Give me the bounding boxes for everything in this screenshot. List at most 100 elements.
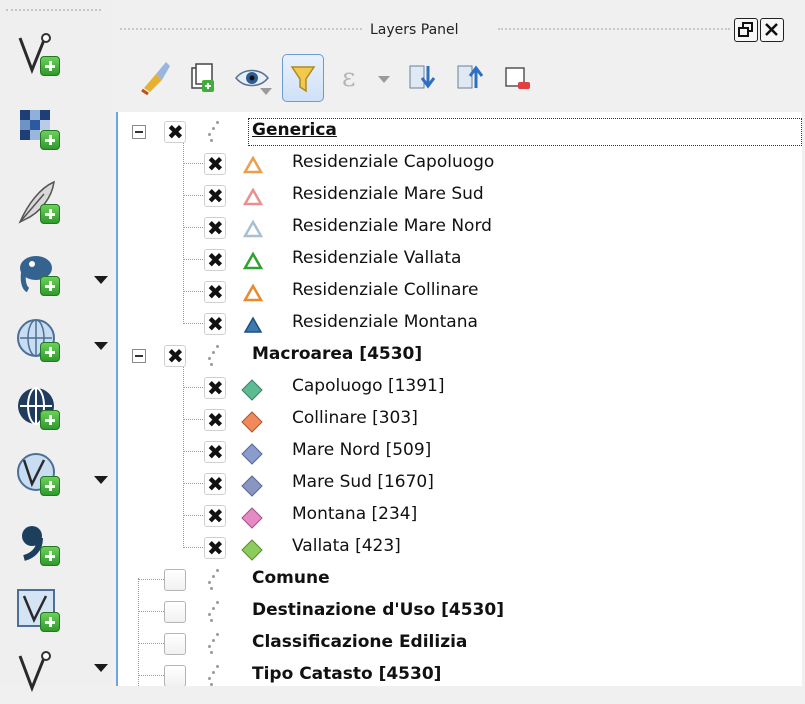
filter-expression-button[interactable]: ε [334, 54, 394, 102]
title-grip-left [120, 28, 362, 30]
legend-item-row[interactable]: Residenziale Vallata [118, 244, 802, 276]
group-visibility-checkbox[interactable] [164, 601, 186, 623]
diamond-symbol-icon [241, 507, 263, 529]
add-vector-layer-button[interactable] [14, 30, 78, 86]
group-visibility-checkbox[interactable] [164, 569, 186, 591]
diamond-symbol-icon [241, 539, 263, 561]
restore-icon [738, 22, 753, 37]
add-virtual-layer-2-button[interactable] [14, 586, 78, 642]
layer-group-row[interactable]: Comune [118, 564, 802, 596]
group-visibility-checkbox[interactable] [164, 633, 186, 655]
panel-title: Layers Panel [370, 22, 459, 38]
layer-group-row[interactable]: Generica [118, 116, 802, 148]
plus-icon [40, 204, 60, 224]
legend-item-checkbox[interactable] [204, 216, 226, 240]
float-button[interactable] [734, 18, 758, 42]
legend-item-checkbox[interactable] [204, 408, 226, 432]
layer-group-row[interactable]: Tipo Catasto [4530] [118, 660, 802, 686]
panel-title-bar[interactable]: Layers Panel [114, 14, 805, 46]
legend-item-checkbox[interactable] [204, 472, 226, 496]
group-label: Tipo Catasto [4530] [252, 664, 442, 684]
add-wms-layer-button[interactable] [14, 316, 108, 372]
group-visibility-checkbox[interactable] [164, 665, 186, 686]
legend-item-checkbox[interactable] [204, 504, 226, 528]
legend-item-row[interactable]: Collinare [303] [118, 404, 802, 436]
legend-item-checkbox[interactable] [204, 440, 226, 464]
legend-item-label: Residenziale Montana [292, 312, 478, 332]
legend-item-row[interactable]: Residenziale Capoluogo [118, 148, 802, 180]
toolbar-grip[interactable] [6, 9, 101, 13]
visibility-dropdown-arrow-icon[interactable] [260, 88, 272, 95]
legend-item-label: Mare Nord [509] [292, 440, 432, 460]
collapse-all-button[interactable] [450, 54, 492, 102]
group-visibility-checkbox[interactable] [164, 120, 186, 144]
group-label: Macroarea [4530] [252, 344, 423, 364]
filter-legend-button[interactable] [282, 54, 324, 102]
add-delimited-text-layer-button[interactable] [14, 178, 78, 234]
legend-item-label: Residenziale Mare Sud [292, 184, 484, 204]
add-vector-layer-2-button[interactable] [14, 648, 108, 704]
legend-item-label: Montana [234] [292, 504, 418, 524]
add-raster-layer-button[interactable] [14, 104, 78, 160]
plus-icon [40, 342, 60, 362]
legend-item-row[interactable]: Residenziale Mare Nord [118, 212, 802, 244]
legend-item-row[interactable]: Mare Sud [1670] [118, 468, 802, 500]
legend-item-row[interactable]: Residenziale Collinare [118, 276, 802, 308]
legend-item-row[interactable]: Mare Nord [509] [118, 436, 802, 468]
legend-item-label: Collinare [303] [292, 408, 418, 428]
group-folder-icon [204, 631, 220, 657]
triangle-symbol-icon [242, 283, 264, 302]
legend-item-label: Vallata [423] [292, 536, 401, 556]
expand-all-icon [409, 65, 436, 89]
layer-group-row[interactable]: Destinazione d'Uso [4530] [118, 596, 802, 628]
add-virtual-layer-button[interactable] [14, 520, 78, 576]
style-brush-button[interactable] [136, 54, 178, 102]
group-label: Destinazione d'Uso [4530] [252, 600, 504, 620]
expand-all-button[interactable] [402, 54, 444, 102]
triangle-symbol-icon [242, 155, 264, 174]
dropdown-arrow-icon[interactable] [94, 476, 108, 484]
tree-connector [138, 578, 139, 686]
vector-layer-icon [18, 651, 51, 693]
panel-toolbar: ε [114, 46, 805, 112]
legend-item-checkbox[interactable] [204, 184, 226, 208]
collapse-toggle-icon[interactable] [132, 125, 146, 139]
layer-tree[interactable]: Generica Residenziale Capoluogo Residenz… [116, 112, 802, 686]
close-button[interactable] [760, 18, 784, 42]
layer-group-row[interactable]: Classificazione Edilizia [118, 628, 802, 660]
add-wfs-layer-button[interactable] [14, 450, 108, 506]
group-label: Comune [252, 568, 330, 588]
legend-item-row[interactable]: Residenziale Mare Sud [118, 180, 802, 212]
dropdown-arrow-icon[interactable] [94, 664, 108, 672]
remove-layer-button[interactable] [498, 54, 540, 102]
collapse-toggle-icon[interactable] [132, 349, 146, 363]
legend-item-row[interactable]: Vallata [423] [118, 532, 802, 564]
dropdown-arrow-icon[interactable] [94, 276, 108, 284]
plus-icon [40, 130, 60, 150]
group-visibility-checkbox[interactable] [164, 344, 186, 368]
legend-item-checkbox[interactable] [204, 248, 226, 272]
add-postgis-layer-button[interactable] [14, 250, 108, 306]
legend-item-label: Mare Sud [1670] [292, 472, 434, 492]
triangle-symbol-icon [243, 316, 263, 333]
group-folder-icon [204, 567, 220, 593]
plus-icon [40, 410, 60, 430]
layer-group-row[interactable]: Macroarea [4530] [118, 340, 802, 372]
legend-item-row[interactable]: Capoluogo [1391] [118, 372, 802, 404]
legend-item-checkbox[interactable] [204, 280, 226, 304]
plus-icon [40, 276, 60, 296]
add-group-button[interactable] [184, 54, 226, 102]
triangle-symbol-icon [242, 219, 264, 238]
legend-item-row[interactable]: Montana [234] [118, 500, 802, 532]
group-label: Generica [252, 120, 337, 140]
add-wcs-layer-button[interactable] [14, 384, 78, 440]
expression-dropdown-arrow-icon[interactable] [378, 76, 390, 83]
group-folder-icon [204, 663, 220, 686]
legend-item-checkbox[interactable] [204, 376, 226, 400]
legend-item-checkbox[interactable] [204, 536, 226, 560]
legend-item-checkbox[interactable] [204, 152, 226, 176]
dropdown-arrow-icon[interactable] [94, 342, 108, 350]
legend-item-checkbox[interactable] [204, 312, 226, 336]
manage-visibility-button[interactable] [232, 54, 274, 102]
legend-item-row[interactable]: Residenziale Montana [118, 308, 802, 340]
